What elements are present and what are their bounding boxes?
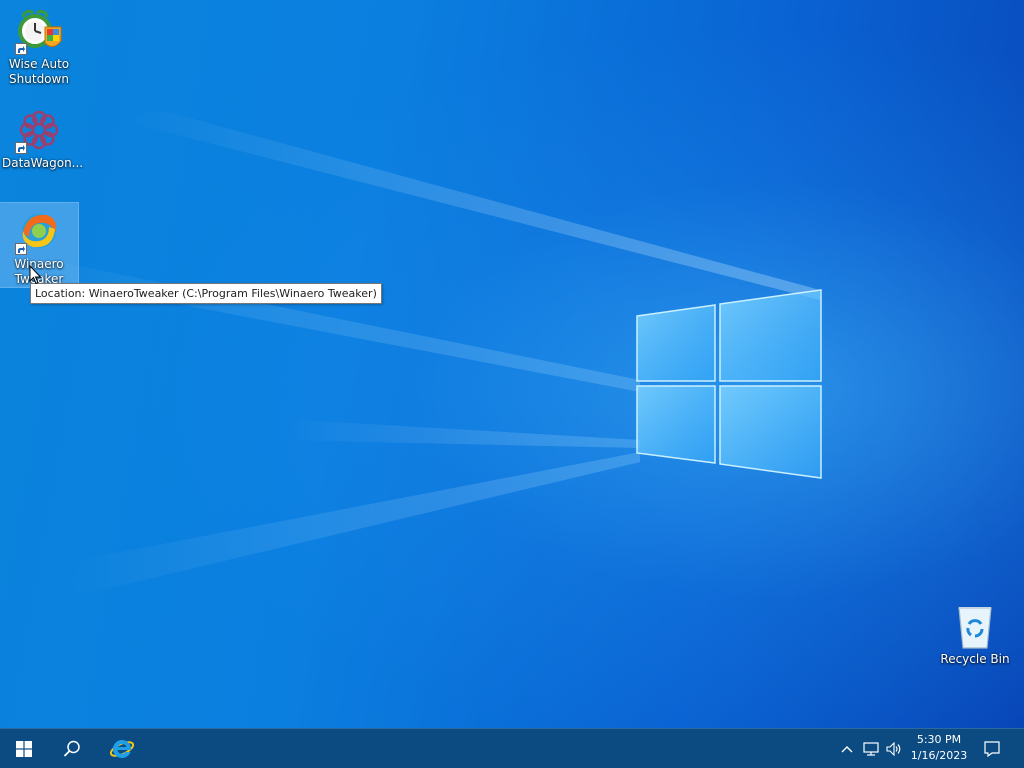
desktop-icon-label: Wise Auto Shutdown bbox=[8, 57, 70, 86]
desktop-icon-datawagon[interactable]: DataWagon... bbox=[0, 102, 84, 171]
alarm-clock-shield-icon bbox=[15, 7, 63, 55]
shortcut-arrow-icon bbox=[15, 142, 27, 154]
desktop-icon-label: Recycle Bin bbox=[940, 652, 1010, 666]
volume-icon bbox=[886, 741, 901, 756]
start-button[interactable] bbox=[0, 729, 48, 768]
desktop-icon-wise-auto-shutdown[interactable]: Wise Auto Shutdown bbox=[0, 3, 78, 87]
volume-button[interactable] bbox=[884, 729, 904, 768]
notification-icon bbox=[984, 740, 1000, 757]
search-icon bbox=[63, 740, 80, 757]
swirl-logo-icon bbox=[15, 207, 63, 255]
show-hidden-icons-button[interactable] bbox=[838, 729, 856, 768]
network-button[interactable] bbox=[861, 729, 881, 768]
gear-flower-icon bbox=[15, 106, 63, 154]
taskbar-clock[interactable]: 5:30 PM 1/16/2023 bbox=[906, 732, 972, 764]
taskbar-internet-explorer[interactable] bbox=[98, 729, 146, 768]
desktop-icon-recycle-bin[interactable]: Recycle Bin bbox=[936, 598, 1014, 667]
clock-time: 5:30 PM bbox=[916, 733, 962, 746]
action-center-button[interactable] bbox=[979, 729, 1005, 768]
shortcut-arrow-icon bbox=[15, 243, 27, 255]
mouse-cursor-icon bbox=[29, 265, 42, 285]
taskbar: 5:30 PM 1/16/2023 bbox=[0, 728, 1024, 768]
chevron-up-icon bbox=[841, 745, 853, 752]
wallpaper-windows-logo bbox=[636, 289, 822, 479]
wallpaper-light-beams bbox=[0, 110, 820, 600]
recycle-bin-icon bbox=[951, 602, 999, 650]
icon-location-tooltip: Location: WinaeroTweaker (C:\Program Fil… bbox=[30, 283, 382, 304]
shortcut-arrow-icon bbox=[15, 43, 27, 55]
windows-logo-icon bbox=[16, 740, 32, 757]
search-button[interactable] bbox=[48, 729, 96, 768]
clock-date: 1/16/2023 bbox=[910, 749, 968, 762]
internet-explorer-icon bbox=[109, 739, 135, 758]
network-icon bbox=[863, 741, 879, 756]
desktop-background[interactable]: Wise Auto Shutdown DataWagon... Winaero … bbox=[0, 0, 1024, 728]
desktop-icon-label: DataWagon... bbox=[2, 156, 84, 170]
